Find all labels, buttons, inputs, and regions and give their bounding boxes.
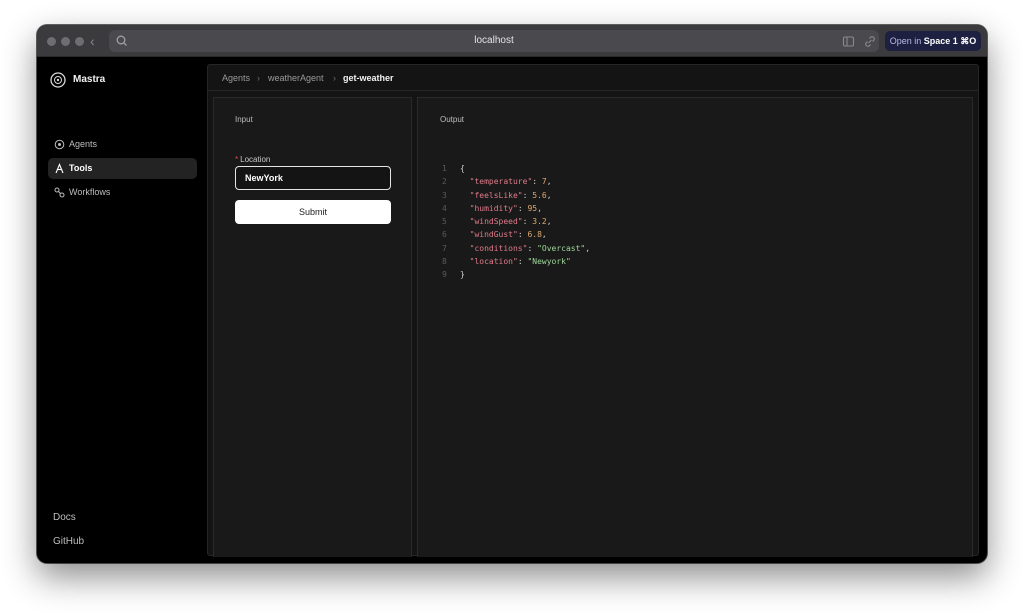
code-line: 9} bbox=[442, 268, 590, 281]
open-in-shortcut: ⌘O bbox=[960, 36, 977, 46]
breadcrumb-separator: › bbox=[333, 73, 336, 83]
breadcrumb: Agents › weatherAgent › get-weather bbox=[208, 65, 978, 91]
input-panel: Input * Location NewYork Submit bbox=[213, 97, 412, 557]
json-brace: { bbox=[460, 164, 465, 173]
browser-titlebar: ‹ localhost Open in Space 1 ⌘O bbox=[37, 25, 987, 57]
sidebar: Mastra Agents Tools Workflows Docs GitHu… bbox=[37, 57, 207, 563]
code-line: 4 "humidity": 95, bbox=[442, 202, 590, 215]
browser-window: ‹ localhost Open in Space 1 ⌘O Mastra Ag… bbox=[37, 25, 987, 563]
location-field-label: * Location bbox=[235, 154, 270, 166]
location-input[interactable]: NewYork bbox=[235, 166, 391, 190]
line-number: 1 bbox=[442, 164, 447, 173]
line-number: 3 bbox=[442, 190, 447, 200]
address-bar[interactable]: localhost bbox=[109, 30, 879, 52]
code-line: 2 "temperature": 7, bbox=[442, 175, 590, 188]
json-trail: , bbox=[546, 217, 552, 227]
json-value: "Overcast" bbox=[537, 243, 586, 253]
json-value: 3.2 bbox=[532, 217, 547, 227]
json-key: "temperature" bbox=[469, 177, 533, 187]
code-line: 5 "windSpeed": 3.2, bbox=[442, 215, 590, 228]
close-window-button[interactable] bbox=[47, 37, 56, 46]
url-text: localhost bbox=[474, 35, 514, 46]
submit-button[interactable]: Submit bbox=[235, 200, 391, 224]
workflow-icon bbox=[54, 187, 65, 198]
breadcrumb-weather-agent[interactable]: weatherAgent bbox=[268, 72, 324, 85]
breadcrumb-get-weather: get-weather bbox=[343, 73, 394, 83]
open-in-label: Open in bbox=[889, 36, 922, 46]
sidebar-item-label: Tools bbox=[69, 163, 93, 173]
json-value: 95 bbox=[527, 203, 538, 213]
mastra-logo-icon bbox=[50, 72, 66, 88]
json-value: 6.8 bbox=[527, 230, 542, 240]
github-link[interactable]: GitHub bbox=[53, 535, 84, 549]
sidebar-item-label: Agents bbox=[69, 139, 98, 149]
brand-name: Mastra bbox=[73, 74, 106, 85]
sidebar-item-label: Workflows bbox=[69, 187, 111, 197]
sidebar-item-workflows[interactable]: Workflows bbox=[48, 182, 197, 203]
open-in-space-button[interactable]: Open in Space 1 ⌘O bbox=[885, 31, 981, 51]
line-number: 7 bbox=[442, 243, 447, 253]
zoom-window-button[interactable] bbox=[75, 37, 84, 46]
main-content: Agents › weatherAgent › get-weather Inpu… bbox=[207, 64, 979, 557]
json-trail: , bbox=[546, 190, 552, 200]
back-arrow-icon[interactable]: ‹ bbox=[90, 32, 95, 50]
input-panel-title: Input bbox=[235, 115, 253, 124]
link-icon[interactable] bbox=[863, 35, 877, 48]
breadcrumb-agents[interactable]: Agents bbox=[222, 72, 250, 85]
docs-link[interactable]: Docs bbox=[53, 511, 76, 525]
line-number: 6 bbox=[442, 230, 447, 240]
json-trail: , bbox=[546, 177, 552, 187]
json-value: 5.6 bbox=[532, 190, 547, 200]
sidebar-item-tools[interactable]: Tools bbox=[48, 158, 197, 179]
json-value: "Newyork" bbox=[527, 257, 571, 267]
output-panel-title: Output bbox=[440, 115, 465, 124]
json-key: "location" bbox=[469, 257, 518, 267]
code-line: 7 "conditions": "Overcast", bbox=[442, 242, 590, 255]
json-trail: , bbox=[541, 230, 547, 240]
json-key: "conditions" bbox=[469, 243, 528, 253]
code-line: 3 "feelsLike": 5.6, bbox=[442, 189, 590, 202]
code-line: 8 "location": "Newyork" bbox=[442, 255, 590, 268]
json-key: "feelsLike" bbox=[469, 190, 523, 200]
json-key: "windGust" bbox=[469, 230, 518, 240]
json-key: "humidity" bbox=[469, 203, 518, 213]
json-key: "windSpeed" bbox=[469, 217, 523, 227]
output-panel: Output 1{2 "temperature": 7, 3 "feelsLike… bbox=[417, 97, 973, 557]
json-output: 1{2 "temperature": 7, 3 "feelsLike": 5.6,… bbox=[442, 162, 590, 282]
minimize-window-button[interactable] bbox=[61, 37, 70, 46]
location-label-text: Location bbox=[240, 155, 271, 164]
open-in-space-name: Space 1 bbox=[923, 36, 958, 46]
json-trail: , bbox=[585, 243, 591, 253]
extension-icon[interactable] bbox=[842, 35, 856, 48]
json-brace: } bbox=[460, 270, 465, 280]
line-number: 8 bbox=[442, 257, 447, 267]
sidebar-item-agents[interactable]: Agents bbox=[48, 134, 197, 155]
required-marker: * bbox=[235, 155, 239, 164]
code-line: 6 "windGust": 6.8, bbox=[442, 228, 590, 241]
line-number: 5 bbox=[442, 217, 447, 227]
breadcrumb-separator: › bbox=[257, 73, 260, 83]
code-line: 1{ bbox=[442, 162, 590, 175]
line-number: 9 bbox=[442, 270, 447, 280]
json-trail: , bbox=[537, 203, 542, 213]
agent-icon bbox=[54, 139, 65, 150]
line-number: 4 bbox=[442, 203, 447, 213]
tool-icon bbox=[55, 163, 64, 174]
line-number: 2 bbox=[442, 177, 447, 187]
